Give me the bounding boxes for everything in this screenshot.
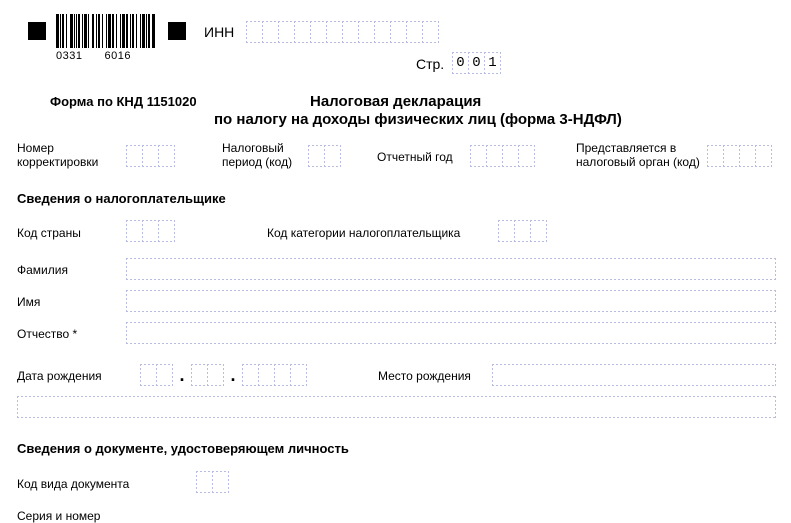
marker-square-right bbox=[168, 22, 186, 40]
name-field[interactable] bbox=[126, 290, 776, 312]
patronymic-field[interactable] bbox=[126, 322, 776, 344]
title-line1: Налоговая декларация bbox=[310, 95, 481, 109]
surname-field[interactable] bbox=[126, 258, 776, 280]
authority-label: Представляется в налоговый орган (код) bbox=[576, 141, 700, 169]
inn-field[interactable] bbox=[246, 21, 439, 43]
report-year-label: Отчетный год bbox=[377, 150, 453, 164]
title-line2: по налогу на доходы физических лиц (форм… bbox=[214, 113, 622, 127]
surname-label: Фамилия bbox=[17, 263, 68, 277]
barcode-number: 0331 6016 bbox=[56, 50, 131, 62]
country-label: Код страны bbox=[17, 226, 81, 240]
country-field[interactable] bbox=[126, 220, 175, 242]
inn-label: ИНН bbox=[204, 25, 234, 39]
tax-period-label: Налоговый период (код) bbox=[222, 141, 292, 169]
dob-month-field[interactable] bbox=[191, 364, 224, 386]
category-label: Код категории налогоплательщика bbox=[267, 226, 460, 240]
page-number-field: 001 bbox=[452, 52, 501, 74]
dob-year-field[interactable] bbox=[242, 364, 307, 386]
identity-heading: Сведения о документе, удостоверяющем лич… bbox=[17, 442, 349, 456]
barcode-left: 0331 bbox=[56, 50, 82, 62]
correction-label: Номер корректировки bbox=[17, 141, 98, 169]
form-code: Форма по КНД 1151020 bbox=[50, 95, 197, 109]
authority-field[interactable] bbox=[707, 145, 772, 167]
taxpayer-heading: Сведения о налогоплательщике bbox=[17, 192, 226, 206]
pob-field-line1[interactable] bbox=[492, 364, 776, 386]
barcode-right: 6016 bbox=[104, 50, 130, 62]
report-year-field[interactable] bbox=[470, 145, 535, 167]
tax-form-page: 0331 6016 ИНН Стр. 001 Форма по КНД 11510… bbox=[0, 0, 791, 518]
category-field[interactable] bbox=[498, 220, 547, 242]
dob-dot-2: . bbox=[229, 364, 237, 386]
serial-label: Серия и номер bbox=[17, 509, 100, 523]
doctype-field[interactable] bbox=[196, 471, 229, 493]
dob-day-field[interactable] bbox=[140, 364, 173, 386]
doctype-label: Код вида документа bbox=[17, 477, 129, 491]
page-label: Стр. bbox=[416, 57, 444, 71]
name-label: Имя bbox=[17, 295, 40, 309]
dob-dot-1: . bbox=[178, 364, 186, 386]
patronymic-label: Отчество * bbox=[17, 327, 77, 341]
marker-square-left bbox=[28, 22, 46, 40]
pob-label: Место рождения bbox=[378, 369, 471, 383]
pob-field-line2[interactable] bbox=[17, 396, 776, 418]
barcode bbox=[56, 14, 158, 54]
correction-field[interactable] bbox=[126, 145, 175, 167]
tax-period-field[interactable] bbox=[308, 145, 341, 167]
dob-label: Дата рождения bbox=[17, 369, 102, 383]
